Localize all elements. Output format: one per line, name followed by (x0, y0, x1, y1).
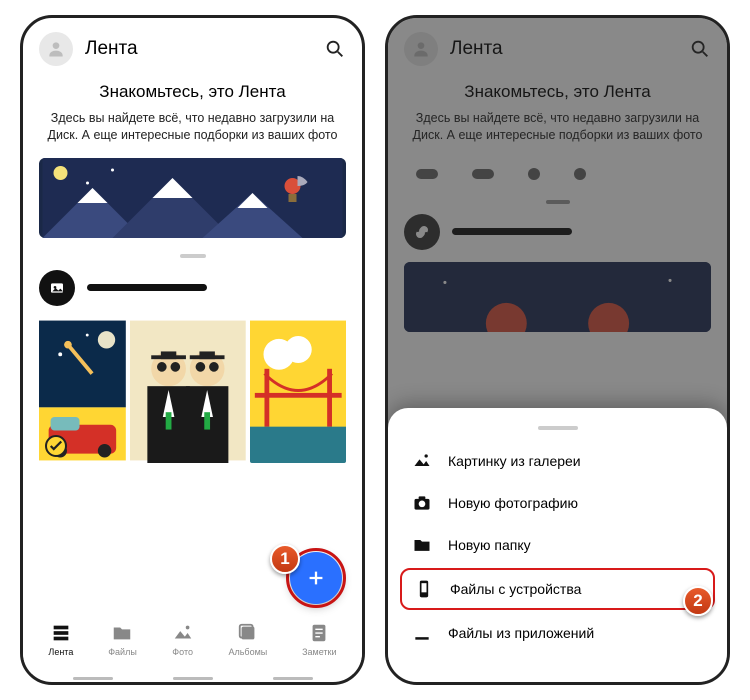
annotation-badge-2: 2 (683, 586, 713, 616)
nav-label: Файлы (108, 647, 137, 657)
search-icon[interactable] (324, 38, 346, 60)
photo-tile-1[interactable] (39, 318, 126, 463)
page-title: Лента (85, 38, 312, 60)
menu-label: Новую папку (448, 537, 531, 553)
photo-section-icon (39, 270, 75, 306)
separator (180, 254, 206, 258)
menu-label: Файлы с устройства (450, 581, 581, 597)
intro-subtitle: Здесь вы найдете всё, что недавно загруз… (47, 110, 338, 144)
check-badge-icon (45, 435, 67, 457)
intro-block: Знакомьтесь, это Лента Здесь вы найдете … (23, 74, 362, 158)
phone-left: Лента Знакомьтесь, это Лента Здесь вы на… (20, 15, 365, 685)
home-indicator (73, 677, 313, 680)
menu-folder[interactable]: Новую папку (388, 524, 727, 566)
avatar[interactable] (39, 32, 73, 66)
menu-label: Файлы из приложений (448, 625, 594, 641)
menu-device-files[interactable]: Файлы с устройства (400, 568, 715, 610)
nav-label: Фото (172, 647, 193, 657)
header: Лента (23, 18, 362, 74)
nav-notes[interactable]: Заметки (302, 622, 336, 674)
nav-label: Заметки (302, 647, 336, 657)
bottom-nav: Лента Файлы Фото Альбомы Заметки (23, 618, 362, 674)
banner-mountains (39, 158, 346, 238)
annotation-badge-1: 1 (270, 544, 300, 574)
section-title-placeholder (87, 284, 207, 291)
menu-camera[interactable]: Новую фотографию (388, 482, 727, 524)
photo-tile-2[interactable] (130, 318, 246, 463)
phone-right: Лента Знакомьтесь, это Лента Здесь вы на… (385, 15, 730, 685)
nav-label: Альбомы (228, 647, 267, 657)
menu-label: Новую фотографию (448, 495, 578, 511)
menu-label: Картинку из галереи (448, 453, 581, 469)
nav-albums[interactable]: Альбомы (228, 622, 267, 674)
nav-files[interactable]: Файлы (108, 622, 137, 674)
nav-label: Лента (48, 647, 73, 657)
section-header (23, 270, 362, 306)
nav-photo[interactable]: Фото (172, 622, 194, 674)
intro-title: Знакомьтесь, это Лента (47, 82, 338, 102)
menu-gallery[interactable]: Картинку из галереи (388, 440, 727, 482)
nav-feed[interactable]: Лента (48, 622, 73, 674)
menu-app-files[interactable]: Файлы из приложений (388, 612, 727, 654)
action-sheet: Картинку из галереи Новую фотографию Нов… (388, 408, 727, 682)
sheet-handle[interactable] (538, 426, 578, 430)
photo-grid (23, 306, 362, 463)
photo-tile-3[interactable] (250, 318, 346, 463)
